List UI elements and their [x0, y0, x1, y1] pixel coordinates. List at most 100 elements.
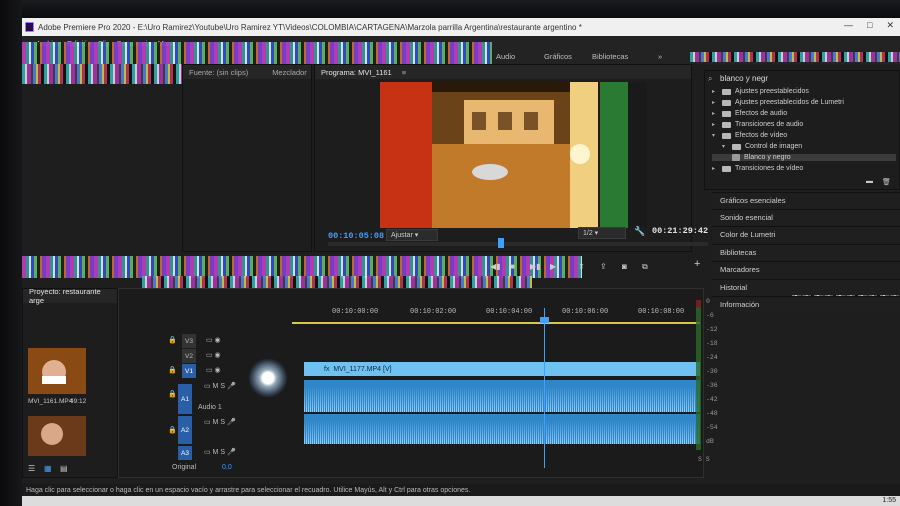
- light-glare: [248, 358, 288, 398]
- effect-preset-icon: [732, 154, 740, 161]
- play-icon[interactable]: ▶▮: [530, 262, 541, 271]
- meter-tick: -48: [706, 410, 718, 417]
- folder-icon: [722, 165, 731, 172]
- meter-tick: -42: [706, 396, 718, 403]
- effects-item-control-imagen[interactable]: ▾ Control de imagen: [722, 143, 802, 150]
- resolution-value: 1/2: [583, 230, 593, 237]
- section-historial[interactable]: Historial: [712, 279, 900, 295]
- lift-icon[interactable]: ⇧: [578, 262, 585, 271]
- effects-item-transiciones-audio[interactable]: ▸ Transiciones de audio: [712, 121, 803, 128]
- mute-solo-icon[interactable]: ▭ M S 🎤: [204, 382, 236, 390]
- icon-view-icon[interactable]: ▦: [44, 464, 52, 473]
- program-current-timecode[interactable]: 00:10:05:08: [328, 231, 384, 241]
- ruler-tc: 00:10:02:00: [410, 308, 457, 316]
- clip-thumbnail-image: [28, 416, 86, 456]
- clip-name: MVI_1161.MP4: [28, 398, 73, 405]
- track-label-v3[interactable]: V3: [182, 334, 196, 348]
- mix-value[interactable]: 0,0: [222, 464, 232, 471]
- program-playhead[interactable]: [498, 238, 504, 248]
- work-area-bar[interactable]: [292, 322, 700, 324]
- meter-tick: -36: [706, 382, 718, 389]
- panel-menu-icon[interactable]: ≡: [402, 68, 406, 77]
- lock-icon[interactable]: 🔒: [168, 390, 177, 398]
- track-label-v1[interactable]: V1: [182, 364, 196, 378]
- premiere-app-icon: [25, 22, 34, 32]
- section-graficos-esenciales[interactable]: Gráficos esenciales: [712, 192, 900, 208]
- add-button-icon[interactable]: +: [694, 258, 700, 270]
- video-frame-image: [380, 82, 647, 228]
- wrench-icon[interactable]: 🔧: [634, 226, 645, 237]
- step-back-icon[interactable]: ◀▮: [490, 262, 501, 271]
- mute-solo-icon[interactable]: ▭ M S 🎤: [204, 418, 236, 426]
- laptop-bezel-top: [0, 0, 900, 18]
- section-color-lumetri[interactable]: Color de Lumetri: [712, 226, 900, 242]
- clip-thumbnail[interactable]: [28, 416, 86, 456]
- toggle-track-output-icon[interactable]: ▭ ◉: [206, 336, 221, 344]
- meter-tick: -54: [706, 424, 718, 431]
- program-video-frame[interactable]: [380, 82, 647, 228]
- title-bar: Adobe Premiere Pro 2020 - E:\Uro Ramirez…: [22, 18, 900, 36]
- tab-mixer[interactable]: Mezclador: [272, 68, 307, 77]
- audio-clip[interactable]: [304, 414, 700, 444]
- zoom-value: Ajustar: [391, 232, 413, 239]
- section-bibliotecas[interactable]: Bibliotecas: [712, 244, 900, 260]
- track-label-a2[interactable]: A2: [178, 416, 192, 444]
- project-title[interactable]: Proyecto: restaurante arge: [29, 287, 117, 305]
- compare-icon[interactable]: ⧉: [642, 262, 648, 272]
- mute-solo-icon[interactable]: ▭ M S 🎤: [204, 448, 236, 456]
- lock-icon[interactable]: 🔒: [168, 336, 177, 344]
- toggle-track-output-icon[interactable]: ▭ ◉: [206, 351, 221, 359]
- effects-item-blanco-negro[interactable]: Blanco y negro: [712, 154, 896, 161]
- taskbar-clock: 1:55: [882, 497, 896, 504]
- camera-icon[interactable]: ◙: [622, 262, 627, 271]
- zoom-dropdown[interactable]: Ajustar ▾: [386, 229, 438, 241]
- delete-icon[interactable]: 🗑: [882, 178, 891, 186]
- new-bin-icon[interactable]: ▬: [866, 178, 873, 185]
- meter-tick: -18: [706, 340, 718, 347]
- clip-thumbnail[interactable]: [28, 348, 86, 394]
- section-sonido-esencial[interactable]: Sonido esencial: [712, 209, 900, 225]
- extract-icon[interactable]: ⇪: [600, 262, 607, 271]
- resolution-dropdown[interactable]: 1/2 ▾: [578, 227, 626, 239]
- effects-item-transiciones-video[interactable]: ▸ Transiciones de vídeo: [712, 165, 803, 172]
- workspace-graficos[interactable]: Gráficos: [544, 52, 572, 61]
- next-edit-icon[interactable]: ▶|: [550, 262, 558, 271]
- lock-icon[interactable]: 🔒: [168, 426, 177, 434]
- meter-solo-buttons[interactable]: S S: [698, 456, 710, 463]
- program-scrub-bar[interactable]: [328, 242, 708, 246]
- freeform-view-icon[interactable]: ▤: [60, 464, 68, 473]
- section-informacion[interactable]: Información: [712, 296, 900, 312]
- program-monitor-title[interactable]: Programa: MVI_1161: [321, 68, 392, 77]
- lock-icon[interactable]: 🔒: [168, 366, 177, 374]
- timeline-playhead[interactable]: [544, 308, 545, 468]
- effects-item-lumetri[interactable]: ▸ Ajustes preestablecidos de Lumetri: [712, 99, 844, 106]
- meter-tick: 0: [706, 298, 710, 305]
- effects-item-efectos-video[interactable]: ▾ Efectos de vídeo: [712, 132, 787, 139]
- ruler-tc: 00:10:06:00: [562, 308, 609, 316]
- stop-icon[interactable]: ■: [510, 262, 515, 271]
- workspace-audio[interactable]: Audio: [496, 52, 515, 61]
- search-icon: ⌕: [708, 74, 713, 83]
- laptop-bezel-left: [0, 0, 22, 506]
- effects-item-ajustes[interactable]: ▸ Ajustes preestablecidos: [712, 88, 809, 95]
- effects-item-efectos-audio[interactable]: ▸ Efectos de audio: [712, 110, 787, 117]
- list-view-icon[interactable]: ☰: [28, 464, 35, 473]
- maximize-button[interactable]: □: [867, 20, 872, 31]
- toggle-track-output-icon[interactable]: ▭ ◉: [206, 366, 221, 374]
- source-patch-a1[interactable]: A1: [178, 384, 192, 414]
- timeline-playhead-handle[interactable]: [540, 317, 549, 323]
- minimize-button[interactable]: —: [844, 20, 853, 31]
- effects-search-input[interactable]: blanco y negr: [720, 74, 768, 83]
- section-marcadores[interactable]: Marcadores: [712, 261, 900, 277]
- folder-icon: [732, 143, 741, 150]
- effects-item-label: Ajustes preestablecidos de Lumetri: [735, 99, 844, 106]
- track-label-v2[interactable]: V2: [182, 349, 196, 363]
- close-button[interactable]: ✕: [886, 20, 894, 31]
- track-label-a3[interactable]: A3: [178, 446, 192, 460]
- tab-source[interactable]: Fuente: (sin clips): [189, 68, 248, 77]
- workspace-bibliotecas[interactable]: Bibliotecas: [592, 52, 628, 61]
- workspace-more-icon[interactable]: »: [658, 52, 662, 61]
- chevron-down-icon: ▾: [712, 133, 716, 139]
- audio-clip[interactable]: [304, 380, 700, 412]
- video-clip[interactable]: fx MVI_1177.MP4 [V]: [304, 362, 700, 376]
